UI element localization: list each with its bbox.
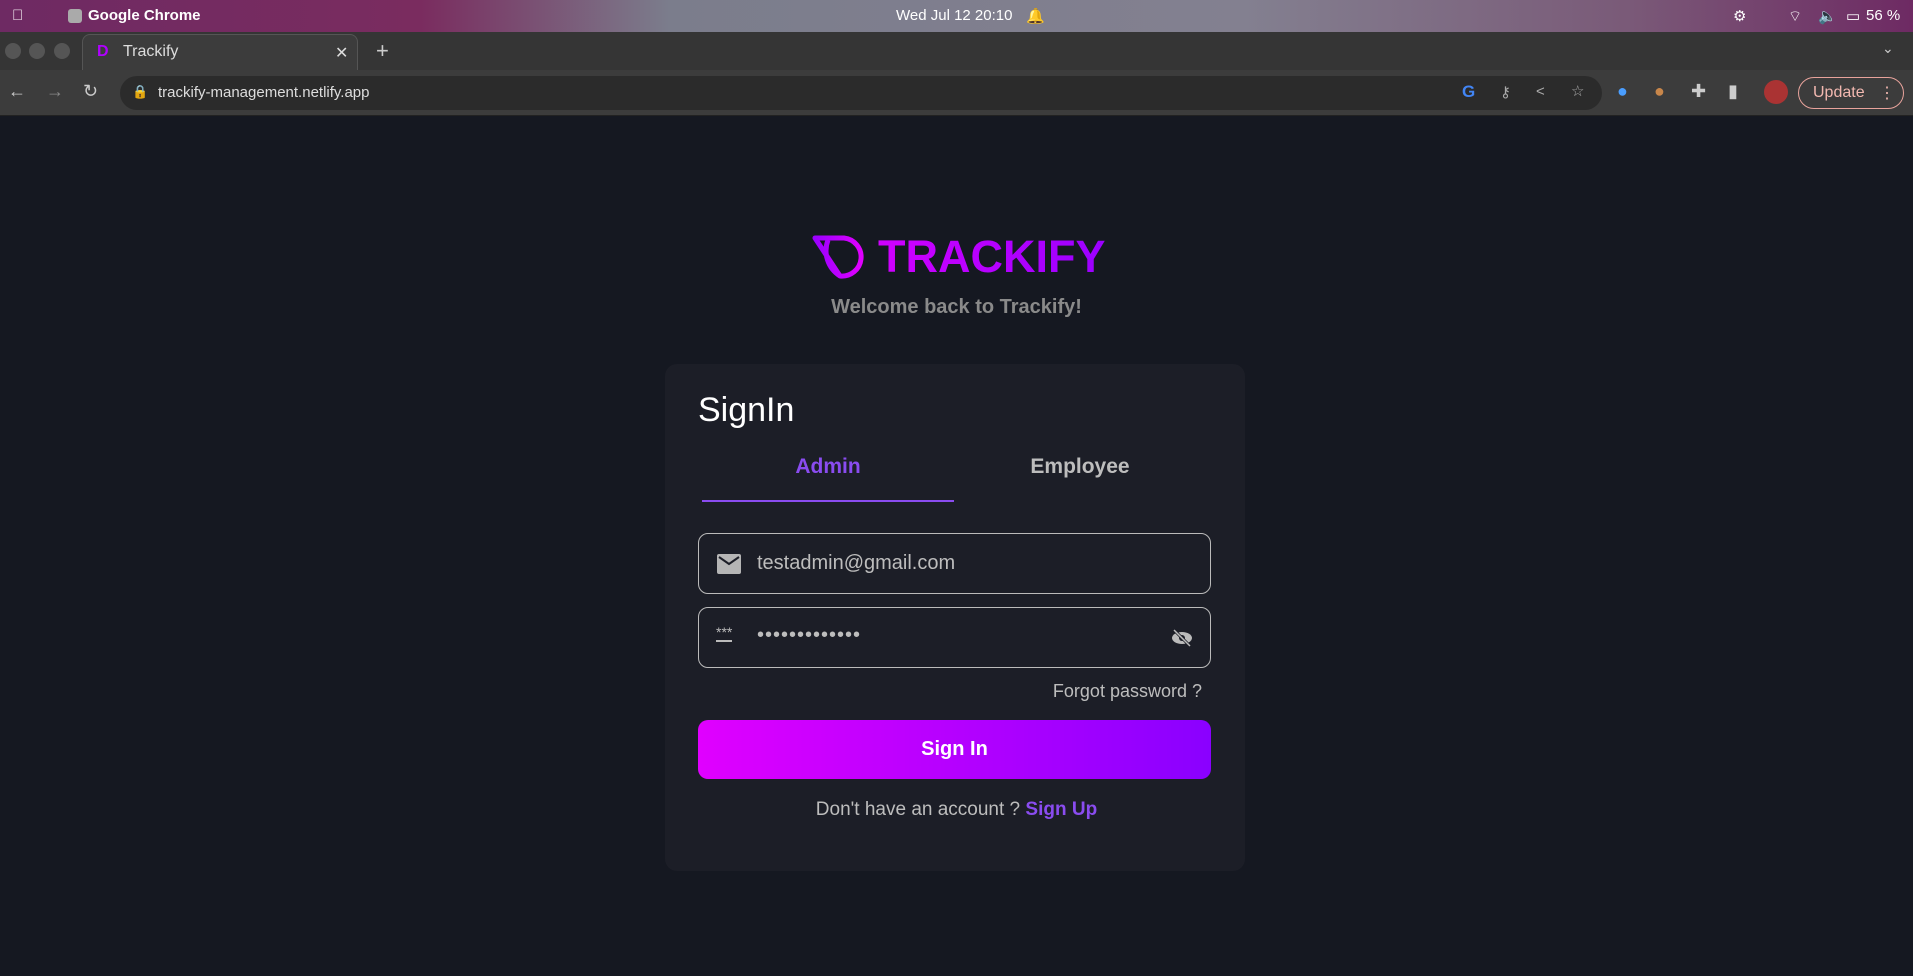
active-app-name[interactable]: Google Chrome xyxy=(88,7,201,24)
email-value: testadmin@gmail.com xyxy=(757,552,956,574)
os-top-bar:  Google Chrome Wed Jul 12 20:10 🔔 ⚙ ⌔ 🔈… xyxy=(0,0,1913,32)
forgot-password-link[interactable]: Forgot password ? xyxy=(900,681,1202,702)
sign-in-button[interactable]: Sign In xyxy=(698,720,1211,779)
reload-icon[interactable]: ↻ xyxy=(83,81,98,102)
mail-icon xyxy=(717,554,741,574)
key-icon[interactable]: ⚷ xyxy=(1500,83,1511,101)
trackify-logo-icon xyxy=(812,235,864,279)
address-bar[interactable]: 🔒 trackify-management.netlify.app G ⚷ < … xyxy=(120,76,1602,110)
settings-icon[interactable]: ⚙ xyxy=(1733,7,1746,25)
window-minimize-button[interactable] xyxy=(29,43,45,59)
tab-admin[interactable]: Admin xyxy=(702,455,954,479)
tab-close-icon[interactable]: ✕ xyxy=(335,43,348,63)
battery-icon[interactable]: ▭ xyxy=(1846,7,1860,25)
window-maximize-button[interactable] xyxy=(54,43,70,59)
signup-row: Don't have an account ? Sign Up xyxy=(0,799,1913,821)
update-button[interactable]: Update ⋮ xyxy=(1798,77,1904,109)
profile-avatar[interactable] xyxy=(1764,80,1788,104)
chrome-app-icon xyxy=(68,9,82,23)
extension-icon[interactable]: ● xyxy=(1617,81,1628,102)
side-panel-icon[interactable]: ▮ xyxy=(1728,81,1738,102)
tab-title: Trackify xyxy=(123,43,179,60)
alarm-icon: 🔔 xyxy=(1026,8,1045,25)
battery-level: 56 % xyxy=(1866,7,1901,24)
bookmark-star-icon[interactable]: ☆ xyxy=(1571,82,1584,100)
page-title: SignIn xyxy=(698,391,795,429)
share-icon[interactable]: < xyxy=(1536,83,1545,100)
tab-employee[interactable]: Employee xyxy=(954,455,1206,479)
email-field[interactable]: testadmin@gmail.com xyxy=(698,533,1211,594)
back-icon[interactable]: ← xyxy=(8,81,26,102)
url-text[interactable]: trackify-management.netlify.app xyxy=(158,84,370,101)
apple-icon[interactable]:  xyxy=(12,7,23,24)
logo-text: TRACKIFY xyxy=(878,231,1106,282)
password-value: ••••••••••••• xyxy=(757,624,862,646)
eye-off-icon[interactable] xyxy=(1171,628,1193,648)
new-tab-button[interactable]: + xyxy=(376,38,389,64)
forward-icon[interactable]: → xyxy=(46,81,64,102)
tab-search-chevron-icon[interactable]: ⌄ xyxy=(1882,40,1894,57)
menu-kebab-icon[interactable]: ⋮ xyxy=(1879,83,1895,103)
active-tab-indicator xyxy=(702,500,954,502)
trackify-favicon: D xyxy=(97,43,109,60)
sign-up-link[interactable]: Sign Up xyxy=(1025,799,1097,820)
password-field[interactable]: *** ••••••••••••• xyxy=(698,607,1211,668)
volume-icon[interactable]: 🔈 xyxy=(1818,7,1837,25)
window-close-button[interactable] xyxy=(5,43,21,59)
browser-tab[interactable]: D Trackify ✕ xyxy=(82,34,358,70)
logo: TRACKIFY xyxy=(812,231,1106,282)
welcome-text: Welcome back to Trackify! xyxy=(831,296,1082,318)
no-account-text: Don't have an account ? xyxy=(815,799,1021,820)
extensions-puzzle-icon[interactable]: ✚ xyxy=(1691,81,1706,102)
update-label: Update xyxy=(1813,84,1865,101)
password-icon: *** xyxy=(716,624,733,642)
clock[interactable]: Wed Jul 12 20:10 xyxy=(896,7,1012,24)
google-lens-icon[interactable]: G xyxy=(1462,82,1475,102)
cookie-extension-icon[interactable]: ● xyxy=(1654,81,1665,102)
wifi-icon[interactable]: ⌔ xyxy=(1788,7,1802,26)
lock-icon[interactable]: 🔒 xyxy=(132,84,148,100)
